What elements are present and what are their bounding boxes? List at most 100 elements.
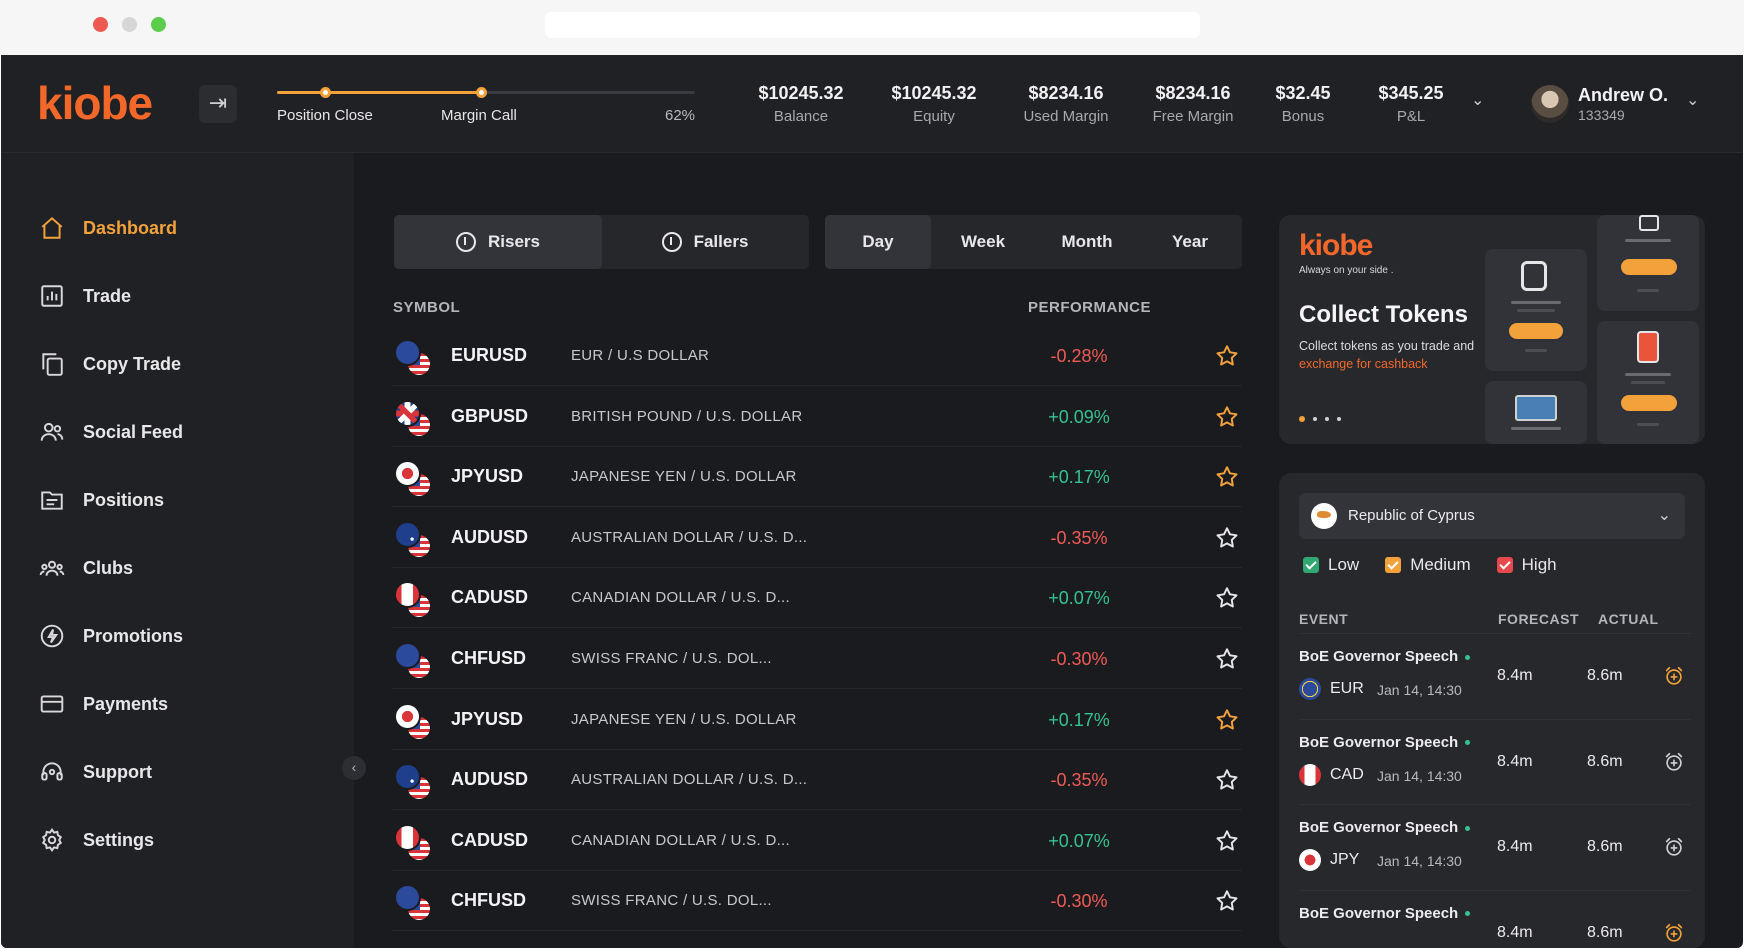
star-filled-icon[interactable] <box>1214 464 1240 490</box>
tab-fallers[interactable]: Fallers <box>601 215 809 269</box>
checkbox-checked-icon[interactable] <box>1496 557 1513 573</box>
star-icon[interactable] <box>1214 767 1240 793</box>
forecast-column-header: FORECAST <box>1498 611 1579 627</box>
checkbox-checked-icon[interactable] <box>1385 557 1402 573</box>
sidebar-item-support[interactable]: Support <box>39 757 152 787</box>
event-title: BoE Governor Speech <box>1299 904 1471 922</box>
window-maximize-dot[interactable] <box>151 17 166 32</box>
position-close-marker <box>320 87 331 98</box>
star-filled-icon[interactable] <box>1214 404 1240 430</box>
sidebar-item-positions[interactable]: Positions <box>39 485 164 515</box>
tab-label: Risers <box>488 232 540 251</box>
sidebar-item-copy-trade[interactable]: Copy Trade <box>39 349 181 379</box>
star-icon[interactable] <box>1214 888 1240 914</box>
performance-column-header: PERFORMANCE <box>1028 299 1152 316</box>
table-row[interactable]: AUDUSD AUSTRALIAN DOLLAR / U.S. D... -0.35… <box>392 508 1242 568</box>
filter-low[interactable]: Low <box>1303 555 1359 575</box>
list-item[interactable]: BoE Governor Speech JPY Jan 14, 14:30 8.4m 8… <box>1299 804 1691 889</box>
promo-phone-card <box>1597 321 1699 444</box>
event-forecast: 8.4m <box>1497 838 1533 855</box>
star-filled-icon[interactable] <box>1214 707 1240 733</box>
tab-year[interactable]: Year <box>1139 215 1241 269</box>
table-row[interactable]: CHFUSD SWISS FRANC / U.S. DOL... -0.30% <box>392 871 1242 932</box>
currency-pair-flag-icon <box>394 884 432 923</box>
lightning-icon <box>40 624 64 648</box>
table-row[interactable]: CHFUSD SWISS FRANC / U.S. DOL... -0.30% <box>392 629 1242 689</box>
sidebar-item-trade[interactable]: Trade <box>39 281 131 311</box>
stat-used-margin: $8234.16 Used Margin <box>1018 83 1114 125</box>
symbol-name: AUSTRALIAN DOLLAR / U.S. D... <box>571 771 808 789</box>
sidebar-item-dashboard[interactable]: Dashboard <box>39 213 177 243</box>
brand-logo[interactable]: kiobe <box>37 77 153 129</box>
performance-value: -0.30% <box>1050 649 1108 669</box>
list-item[interactable]: BoE Governor Speech CAD Jan 14, 14:30 8.4m 8… <box>1299 718 1691 804</box>
alarm-icon[interactable] <box>1663 665 1685 687</box>
user-menu-chevron-down-icon[interactable]: ⌄ <box>1686 90 1699 110</box>
sidebar-item-social-feed[interactable]: Social Feed <box>39 417 183 447</box>
table-row[interactable]: EURUSD EUR / U.S DOLLAR -0.28% <box>392 326 1242 386</box>
list-item[interactable]: BoE Governor Speech EUR Jan 14, 14:30 8.4m 8… <box>1299 633 1691 718</box>
table-row[interactable]: CADUSD CANADIAN DOLLAR / U.S. D... +0.07% <box>392 568 1242 629</box>
tab-week[interactable]: Week <box>931 215 1035 269</box>
promo-highlight[interactable]: exchange for cashback <box>1299 357 1428 371</box>
sidebar-item-promotions[interactable]: Promotions <box>39 621 183 651</box>
event-time: Jan 14, 14:30 <box>1377 767 1462 784</box>
alarm-icon[interactable] <box>1663 922 1685 944</box>
table-row[interactable]: CADUSD CANADIAN DOLLAR / U.S. D... +0.07% <box>392 811 1242 871</box>
alarm-icon[interactable] <box>1663 836 1685 858</box>
star-icon[interactable] <box>1214 525 1240 551</box>
symbol-code: CHFUSD <box>451 890 526 911</box>
window-close-dot[interactable] <box>93 17 108 32</box>
symbol-code: CADUSD <box>451 829 529 850</box>
table-row[interactable]: GBPUSD BRITISH POUND / U.S. DOLLAR +0.09% <box>392 387 1242 447</box>
performance-value: -0.35% <box>1050 527 1108 548</box>
sidebar-item-payments[interactable]: Payments <box>39 689 168 719</box>
copy-icon <box>42 353 63 376</box>
app-window: kiobe ⇥ Position Close Margin Call 62% $… <box>1 55 1743 948</box>
performance-value: +0.07% <box>1048 830 1110 851</box>
table-row[interactable]: JPYUSD JAPANESE YEN / U.S. DOLLAR +0.17% <box>392 447 1242 508</box>
star-filled-icon[interactable] <box>1214 343 1240 369</box>
carousel-dots[interactable] <box>1299 416 1341 422</box>
event-title: BoE Governor Speech <box>1299 819 1471 836</box>
collapse-sidebar-button[interactable]: ⇥ <box>199 85 237 123</box>
promo-banner[interactable]: kiobe Always on your side . Collect Toke… <box>1279 215 1705 444</box>
address-bar[interactable] <box>545 12 1200 38</box>
event-currency: JPY <box>1330 851 1360 868</box>
symbol-code: JPYUSD <box>451 466 524 487</box>
sidebar-item-clubs[interactable]: Clubs <box>39 553 133 583</box>
checkbox-checked-icon[interactable] <box>1303 557 1319 573</box>
promo-body: Collect tokens as you trade and <box>1299 339 1475 353</box>
star-icon[interactable] <box>1214 646 1240 672</box>
star-icon[interactable] <box>1214 585 1240 611</box>
tab-day[interactable]: Day <box>825 215 931 269</box>
country-select[interactable]: Republic of Cyprus ⌄ <box>1299 493 1685 539</box>
window-minimize-dot[interactable] <box>122 17 137 32</box>
table-row[interactable]: AUDUSD AUSTRALIAN DOLLAR / U.S. D... -0.35… <box>392 750 1242 811</box>
live-dot-icon <box>1465 825 1471 831</box>
event-title-text: BoE Governor Speech <box>1299 904 1459 922</box>
sidebar-item-label: Copy Trade <box>83 353 182 374</box>
laptop-icon <box>1515 395 1557 421</box>
sidebar-toggle-chevron-left-icon[interactable]: ‹ <box>342 756 366 780</box>
symbol-name: SWISS FRANC / U.S. DOL... <box>571 892 772 910</box>
tab-month[interactable]: Month <box>1035 215 1139 269</box>
user-name[interactable]: Andrew O. <box>1578 85 1668 106</box>
promo-logo: kiobe <box>1299 229 1373 262</box>
sidebar-item-settings[interactable]: Settings <box>39 825 154 855</box>
table-row[interactable]: JPYUSD JAPANESE YEN / U.S. DOLLAR +0.17% <box>392 690 1242 750</box>
stat-label: Free Margin <box>1152 108 1234 125</box>
stat-value: $345.25 <box>1378 83 1444 103</box>
tab-risers[interactable]: Risers <box>394 215 602 269</box>
sidebar-item-label: Clubs <box>83 557 134 578</box>
list-item[interactable]: BoE Governor Speech 8.4m 8.6m <box>1299 889 1691 949</box>
filter-high[interactable]: High <box>1496 555 1557 575</box>
star-icon[interactable] <box>1214 828 1240 854</box>
alarm-icon[interactable] <box>1663 751 1685 773</box>
avatar[interactable] <box>1531 85 1569 123</box>
filter-medium[interactable]: Medium <box>1385 555 1471 575</box>
stats-chevron-down-icon[interactable]: ⌄ <box>1471 90 1484 110</box>
stat-value: $8234.16 <box>1155 83 1231 103</box>
event-actual: 8.6m <box>1587 838 1623 855</box>
currency-pair-flag-icon <box>394 581 432 620</box>
